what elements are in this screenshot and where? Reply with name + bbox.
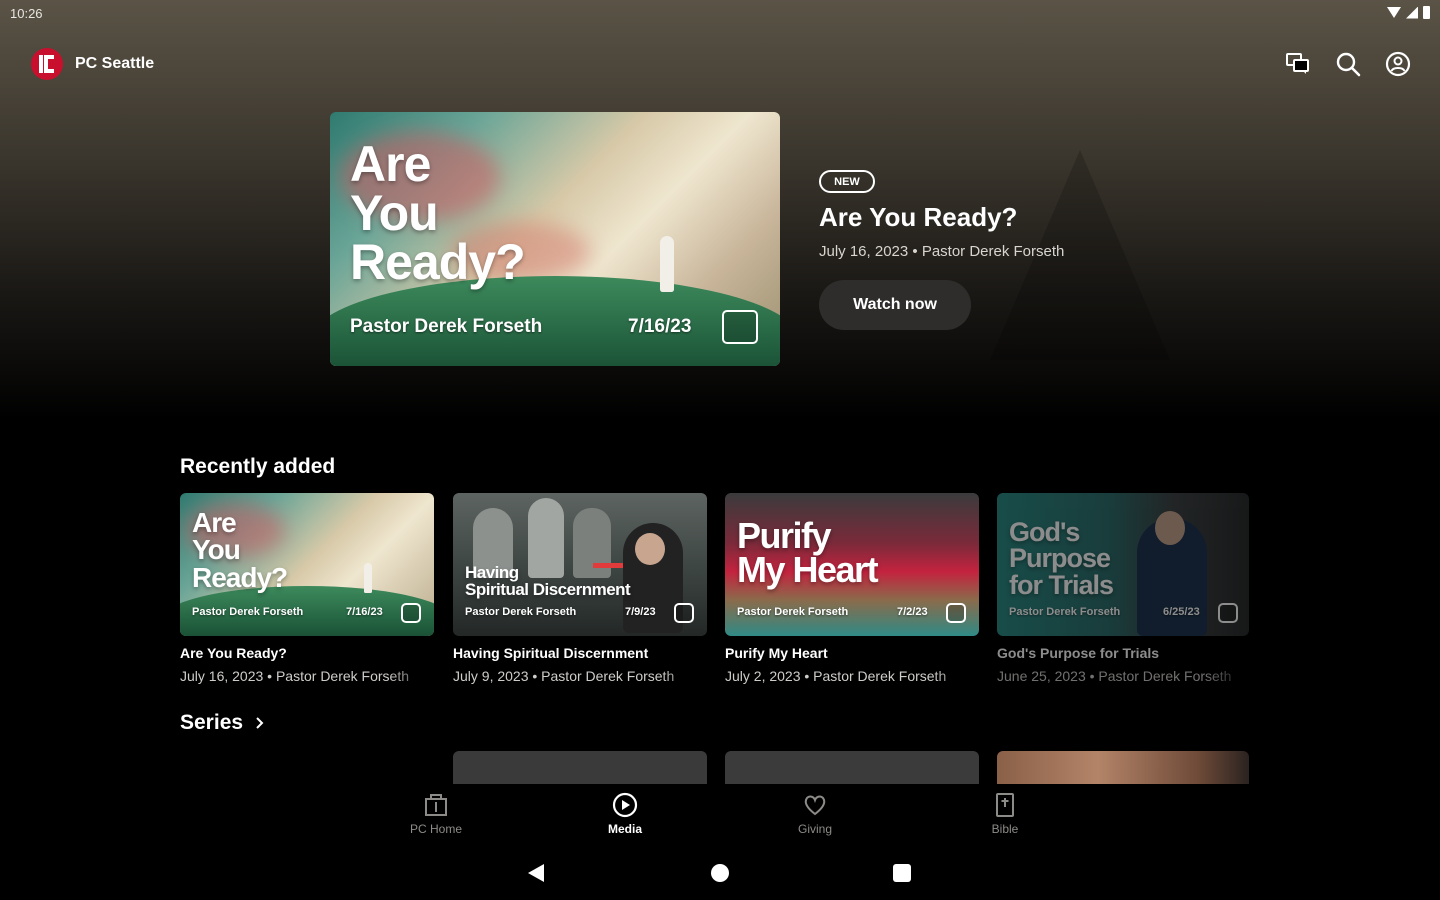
chat-icon[interactable] (1284, 50, 1312, 78)
bible-icon (996, 793, 1014, 817)
back-icon[interactable] (528, 864, 544, 882)
media-thumbnail[interactable]: God's Purpose for Trials Pastor Derek Fo… (997, 493, 1249, 636)
photo-speaker-face (1155, 511, 1185, 545)
chevron-right-icon (256, 717, 264, 729)
media-thumbnail[interactable]: Having Spiritual Discernment Pastor Dere… (453, 493, 707, 636)
recents-icon[interactable] (893, 864, 911, 882)
media-card-title[interactable]: Are You Ready? (180, 645, 434, 661)
media-card-title[interactable]: God's Purpose for Trials (997, 645, 1251, 661)
nav-label: Bible (991, 822, 1019, 836)
top-actions (1284, 50, 1412, 78)
media-card[interactable]: Purify My Heart Pastor Derek Forseth 7/2… (725, 493, 979, 684)
artwork-date: 7/16/23 (628, 316, 692, 337)
wifi-icon (1387, 7, 1401, 18)
thumbnail-title: Are You Ready? (192, 507, 288, 593)
thumbnail-date: 7/2/23 (897, 606, 928, 618)
bottom-navigation: PC Home Media Giving Bible (0, 784, 1440, 850)
nav-item-pc-home[interactable]: PC Home (391, 792, 481, 836)
heart-icon (804, 795, 826, 816)
thumbnail-speaker: Pastor Derek Forseth (1009, 606, 1121, 618)
thumbnail-logo-icon (401, 603, 421, 623)
status-icons (1387, 6, 1430, 19)
thumbnail-speaker: Pastor Derek Forseth (465, 606, 577, 618)
media-thumbnail[interactable]: Purify My Heart Pastor Derek Forseth 7/2… (725, 493, 979, 636)
recently-added-title: Recently added (180, 455, 336, 478)
signal-icon (1406, 6, 1418, 19)
art-figure (660, 236, 674, 292)
series-header[interactable]: Series (180, 711, 265, 735)
home-button-icon[interactable] (711, 864, 729, 882)
nav-label: PC Home (409, 822, 462, 836)
media-card[interactable]: Are You Ready? Pastor Derek Forseth 7/16… (180, 493, 434, 684)
nav-item-giving[interactable]: Giving (770, 792, 860, 836)
battery-icon (1423, 6, 1430, 19)
thumbnail-speaker: Pastor Derek Forseth (737, 606, 849, 618)
thumbnail-date: 7/16/23 (346, 606, 383, 618)
artwork-speaker: Pastor Derek Forseth (350, 316, 543, 337)
system-navigation-bar (0, 850, 1440, 900)
media-card[interactable]: God's Purpose for Trials Pastor Derek Fo… (997, 493, 1249, 684)
watch-now-button[interactable]: Watch now (819, 280, 971, 330)
thumbnail-logo-icon (946, 603, 966, 623)
artwork-title: Are You Ready? (350, 136, 526, 290)
thumbnail-date: 6/25/23 (1163, 606, 1200, 618)
nav-label: Giving (797, 822, 832, 836)
media-card[interactable]: Having Spiritual Discernment Pastor Dere… (453, 493, 707, 684)
thumbnail-logo-icon (674, 603, 694, 623)
featured-artwork[interactable]: Are You Ready? Pastor Derek Forseth 7/16… (330, 112, 780, 366)
app-name: PC Seattle (75, 55, 155, 72)
search-icon[interactable] (1334, 50, 1362, 78)
media-card-meta: July 16, 2023 • Pastor Derek Forseth (180, 668, 410, 684)
thumbnail-title: God's Purpose for Trials (1009, 517, 1114, 600)
media-card-meta: June 25, 2023 • Pastor Derek Forseth (997, 668, 1232, 684)
media-card-meta: July 2, 2023 • Pastor Derek Forseth (725, 668, 947, 684)
media-card-meta: July 9, 2023 • Pastor Derek Forseth (453, 668, 675, 684)
status-time: 10:26 (10, 6, 43, 21)
media-card-title[interactable]: Having Spiritual Discernment (453, 645, 707, 661)
nav-label: Media (607, 822, 642, 836)
thumbnail-date: 7/9/23 (625, 606, 656, 618)
play-icon (612, 792, 638, 818)
new-badge: NEW (819, 170, 875, 193)
featured-title: Are You Ready? (819, 202, 1018, 232)
media-thumbnail[interactable]: Are You Ready? Pastor Derek Forseth 7/16… (180, 493, 434, 636)
home-icon (425, 794, 447, 816)
thumbnail-speaker: Pastor Derek Forseth (192, 606, 304, 618)
artwork-logo-icon (722, 310, 758, 344)
status-bar: 10:26 (0, 0, 1440, 28)
thumbnail-logo-icon (1218, 603, 1238, 623)
thumbnail-title: Purify My Heart (737, 515, 879, 591)
series-title[interactable]: Series (180, 711, 243, 735)
thumbnail-title: Having Spiritual Discernment (465, 563, 631, 599)
media-card-title[interactable]: Purify My Heart (725, 645, 979, 661)
app-logo[interactable] (30, 47, 64, 81)
account-icon[interactable] (1384, 50, 1412, 78)
nav-item-bible[interactable]: Bible (960, 792, 1050, 836)
photo-speaker-face (635, 533, 665, 565)
art-figure (364, 563, 372, 593)
nav-item-media[interactable]: Media (580, 792, 670, 836)
featured-meta: July 16, 2023 • Pastor Derek Forseth (819, 243, 1065, 260)
